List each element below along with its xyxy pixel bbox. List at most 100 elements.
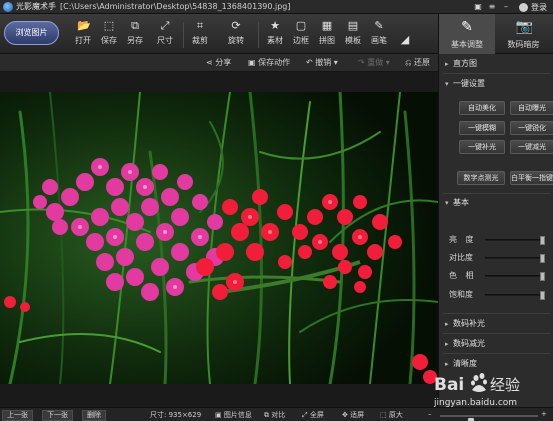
- adjust-icon: ✎: [461, 19, 473, 35]
- camera-icon: 📷: [515, 19, 533, 35]
- crop-icon: ⌗: [196, 19, 204, 32]
- app-title: 光影魔术手: [16, 2, 56, 11]
- template-button[interactable]: ▤ 模板: [341, 20, 365, 50]
- restore-icon: ⎌: [405, 58, 414, 67]
- save-button[interactable]: ⬚ 保存: [97, 20, 121, 50]
- undo-button[interactable]: ↶ 撤销 ▾: [306, 57, 338, 68]
- contrast-slider[interactable]: 对比度: [445, 252, 550, 264]
- divider: [443, 313, 550, 314]
- divider: [443, 73, 550, 74]
- save-icon: ⬚: [103, 19, 115, 32]
- more-tools-button[interactable]: ◢: [398, 20, 412, 50]
- canvas-area[interactable]: [0, 72, 438, 407]
- toolbar-divider: [183, 22, 184, 48]
- collage-icon: ▦: [321, 19, 333, 32]
- spot-metering-button[interactable]: 数字点测光: [457, 171, 505, 185]
- baidu-logo-icon: Bai 经验 jingyan.baidu.com: [433, 373, 520, 408]
- collage-button[interactable]: ▦ 拼图: [315, 20, 339, 50]
- window-controls: ▣ ≡ – 登录: [471, 0, 553, 14]
- tab-basic-adjust[interactable]: ✎ 基本调整: [438, 14, 495, 54]
- open-button[interactable]: 📂 打开: [71, 20, 95, 50]
- yarrow-flower-photo: [0, 92, 438, 384]
- rotate-button[interactable]: ⟳ 旋转: [224, 20, 248, 50]
- material-icon: ★: [270, 19, 280, 32]
- photo-canvas[interactable]: [0, 92, 438, 384]
- basic-section[interactable]: ▾ 基本: [439, 195, 553, 211]
- browse-images-button[interactable]: 浏览图片: [4, 21, 59, 45]
- slider-knob[interactable]: [540, 291, 545, 300]
- fullscreen-icon: ⤢: [302, 411, 310, 419]
- app-logo-icon: [3, 1, 13, 12]
- zoom-in-button[interactable]: +: [541, 410, 547, 418]
- one-click-section[interactable]: ▾ 一键设置: [439, 76, 553, 92]
- brightness-slider[interactable]: 亮 度: [445, 234, 550, 246]
- chevron-right-icon: ▸: [445, 60, 449, 68]
- resize-button[interactable]: ⤢ 尺寸: [153, 20, 177, 50]
- white-balance-button[interactable]: 白平衡一指键: [510, 171, 553, 185]
- fit-screen-button[interactable]: ✥ 适屏: [342, 410, 364, 420]
- chevron-right-icon: ▸: [445, 320, 449, 328]
- slider-track[interactable]: [485, 291, 545, 300]
- tab-digital-darkroom[interactable]: 📷 数码暗房: [495, 14, 552, 54]
- divider: [443, 333, 550, 334]
- chevron-up-icon: ◢: [400, 33, 410, 46]
- histogram-section[interactable]: ▸ 直方图: [439, 56, 553, 72]
- original-size-button[interactable]: ⬚ 原大: [380, 410, 403, 420]
- slider-track[interactable]: [485, 272, 545, 281]
- compare-button[interactable]: ⧉ 对比: [264, 410, 285, 420]
- image-info-button[interactable]: ▣ 图片信息: [215, 410, 252, 420]
- previous-image-button[interactable]: 上一张: [2, 410, 33, 421]
- zoom-slider[interactable]: [440, 415, 538, 421]
- save-as-icon: ⧉: [131, 19, 139, 32]
- resize-icon: ⤢: [160, 19, 170, 32]
- frame-button[interactable]: ▢ 边框: [289, 20, 313, 50]
- fit-screen-icon: ✥: [342, 411, 351, 419]
- chevron-down-icon: ▾: [445, 80, 449, 88]
- brush-button[interactable]: ✎ 画笔: [367, 20, 391, 50]
- user-icon[interactable]: [519, 2, 528, 12]
- auto-beautify-button[interactable]: 自动美化: [459, 101, 505, 115]
- one-click-fill-light-button[interactable]: 一键补光: [459, 140, 505, 154]
- slider-track[interactable]: [485, 254, 545, 263]
- slider-knob[interactable]: [540, 272, 545, 281]
- slider-knob[interactable]: [540, 254, 545, 263]
- redo-icon: ↷: [358, 58, 368, 67]
- redo-button[interactable]: ↷ 重做 ▾: [358, 57, 390, 68]
- frame-icon: ▢: [295, 19, 307, 32]
- undo-icon: ↶: [306, 58, 316, 67]
- main-toolbar: 浏览图片 📂 打开 ⬚ 保存 ⧉ 另存 ⤢ 尺寸 ⌗ 裁剪 ⟳ 旋转 ★ 素材 …: [0, 14, 553, 54]
- one-click-sharpen-button[interactable]: 一键锐化: [510, 121, 553, 135]
- restore-button[interactable]: ⎌ 还原: [405, 57, 430, 68]
- hue-slider[interactable]: 色 相: [445, 270, 550, 282]
- zoom-out-button[interactable]: –: [428, 410, 432, 418]
- one-click-blur-button[interactable]: 一键模糊: [459, 121, 505, 135]
- fill-light-section[interactable]: ▸ 数码补光: [439, 316, 553, 332]
- brush-icon: ✎: [374, 19, 384, 32]
- save-action-button[interactable]: ▣ 保存动作: [248, 57, 290, 68]
- minimize-icon[interactable]: –: [499, 0, 513, 14]
- divider: [443, 353, 550, 354]
- reduce-light-section[interactable]: ▸ 数码减光: [439, 336, 553, 352]
- action-bar: ⋖ 分享 ▣ 保存动作 ↶ 撤销 ▾ ↷ 重做 ▾ ⎌ 还原: [0, 54, 438, 72]
- svg-text:经验: 经验: [490, 376, 520, 394]
- material-button[interactable]: ★ 素材: [263, 20, 287, 50]
- one-click-reduce-light-button[interactable]: 一键减光: [510, 140, 553, 154]
- panel-tabs: ✎ 基本调整 📷 数码暗房: [438, 14, 553, 54]
- auto-exposure-button[interactable]: 自动曝光: [510, 101, 553, 115]
- skin-icon[interactable]: ▣: [471, 0, 485, 14]
- original-size-icon: ⬚: [380, 411, 389, 419]
- baidu-jingyan-watermark: Bai 经验 jingyan.baidu.com: [432, 368, 542, 408]
- menu-icon[interactable]: ≡: [485, 0, 499, 14]
- delete-button[interactable]: 删除: [82, 410, 106, 421]
- crop-button[interactable]: ⌗ 裁剪: [188, 20, 212, 50]
- login-link[interactable]: 登录: [531, 2, 547, 13]
- next-image-button[interactable]: 下一张: [42, 410, 73, 421]
- chevron-right-icon: ▸: [445, 340, 449, 348]
- divider: [443, 193, 550, 194]
- slider-track[interactable]: [485, 236, 545, 245]
- slider-knob[interactable]: [540, 236, 545, 245]
- save-as-button[interactable]: ⧉ 另存: [123, 20, 147, 50]
- fullscreen-button[interactable]: ⤢ 全屏: [302, 410, 324, 420]
- share-button[interactable]: ⋖ 分享: [206, 57, 231, 68]
- saturation-slider[interactable]: 饱和度: [445, 289, 550, 301]
